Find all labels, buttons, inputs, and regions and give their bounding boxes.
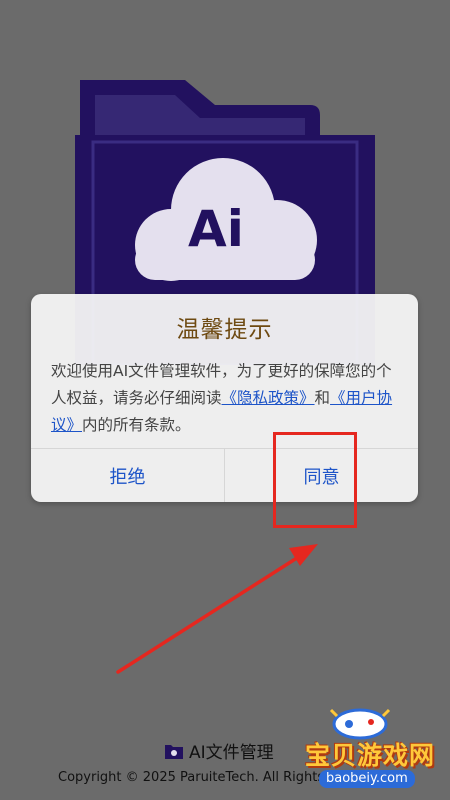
and-text: 和 bbox=[314, 389, 331, 407]
privacy-dialog: 温馨提示 欢迎使用AI文件管理软件，为了更好的保障您的个人权益，请务必仔细阅读《… bbox=[31, 294, 418, 502]
dialog-title: 温馨提示 bbox=[176, 317, 273, 343]
privacy-policy-link[interactable]: 《隐私政策》 bbox=[222, 389, 315, 407]
highlight-box bbox=[273, 432, 357, 528]
watermark-logo: 宝贝游戏网 baobeiy.com bbox=[305, 702, 445, 797]
dialog-message: 欢迎使用AI文件管理软件，为了更好的保障您的个人权益，请务必仔细阅读《隐私政策》… bbox=[51, 358, 402, 439]
footer-app-name: AI文件管理 bbox=[165, 738, 274, 763]
refuse-button[interactable]: 拒绝 bbox=[31, 449, 225, 502]
watermark-url: baobeiy.com bbox=[319, 770, 415, 788]
logo-text: Ai bbox=[188, 200, 244, 258]
folder-icon bbox=[165, 744, 183, 759]
watermark-text: 宝贝游戏网 bbox=[305, 741, 436, 770]
app-name-text: AI文件管理 bbox=[189, 743, 274, 763]
dialog-button-row: 拒绝 同意 bbox=[31, 448, 418, 502]
message-text-2: 内的所有条款。 bbox=[82, 416, 191, 434]
